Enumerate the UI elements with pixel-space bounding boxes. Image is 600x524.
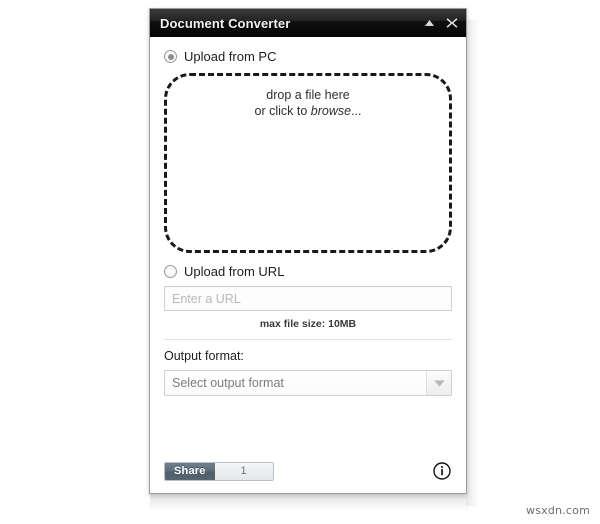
- radio-label-pc: Upload from PC: [184, 49, 277, 64]
- info-circle-icon[interactable]: [433, 462, 451, 480]
- page-background: Document Converter Upload from PC drop a…: [0, 0, 600, 524]
- radio-option-upload-from-url[interactable]: Upload from URL: [164, 265, 452, 278]
- output-format-label: Output format:: [164, 349, 244, 363]
- share-button[interactable]: Share: [165, 462, 215, 480]
- dropzone-line-2-suffix: ...: [351, 104, 362, 118]
- share-widget[interactable]: Share 1: [164, 461, 274, 481]
- close-icon[interactable]: [445, 17, 458, 30]
- output-format-select[interactable]: Select output format: [164, 370, 452, 396]
- url-input[interactable]: [164, 286, 452, 311]
- radio-option-upload-from-pc[interactable]: Upload from PC: [164, 50, 452, 63]
- triangle-up-icon[interactable]: [423, 17, 436, 30]
- dropzone-browse-link[interactable]: browse: [311, 104, 351, 118]
- window-title: Document Converter: [160, 15, 291, 31]
- watermark-text: wsxdn.com: [526, 504, 590, 517]
- dropzone-line-1: drop a file here: [266, 88, 350, 102]
- output-format-selected-value: Select output format: [172, 376, 284, 390]
- share-count-badge: 1: [214, 462, 273, 480]
- dropzone-line-2: or click to browse...: [255, 103, 362, 119]
- window-controls: [423, 17, 458, 30]
- window-side-shadow: [466, 20, 480, 506]
- window-drop-shadow: [150, 494, 468, 512]
- section-divider: [164, 339, 452, 340]
- dropzone-line-2-prefix: or click to: [254, 104, 311, 118]
- window-titlebar: Document Converter: [150, 9, 466, 37]
- file-dropzone[interactable]: drop a file here or click to browse...: [164, 73, 452, 253]
- radio-button-url[interactable]: [164, 265, 177, 278]
- chevron-down-icon[interactable]: [426, 371, 451, 395]
- window-body: Upload from PC drop a file here or click…: [150, 37, 466, 493]
- radio-label-url: Upload from URL: [184, 264, 285, 279]
- radio-button-pc[interactable]: [164, 50, 177, 63]
- window-footer: Share 1: [164, 449, 452, 493]
- max-file-size-note: max file size: 10MB: [259, 318, 357, 330]
- document-converter-window: Document Converter Upload from PC drop a…: [149, 8, 467, 494]
